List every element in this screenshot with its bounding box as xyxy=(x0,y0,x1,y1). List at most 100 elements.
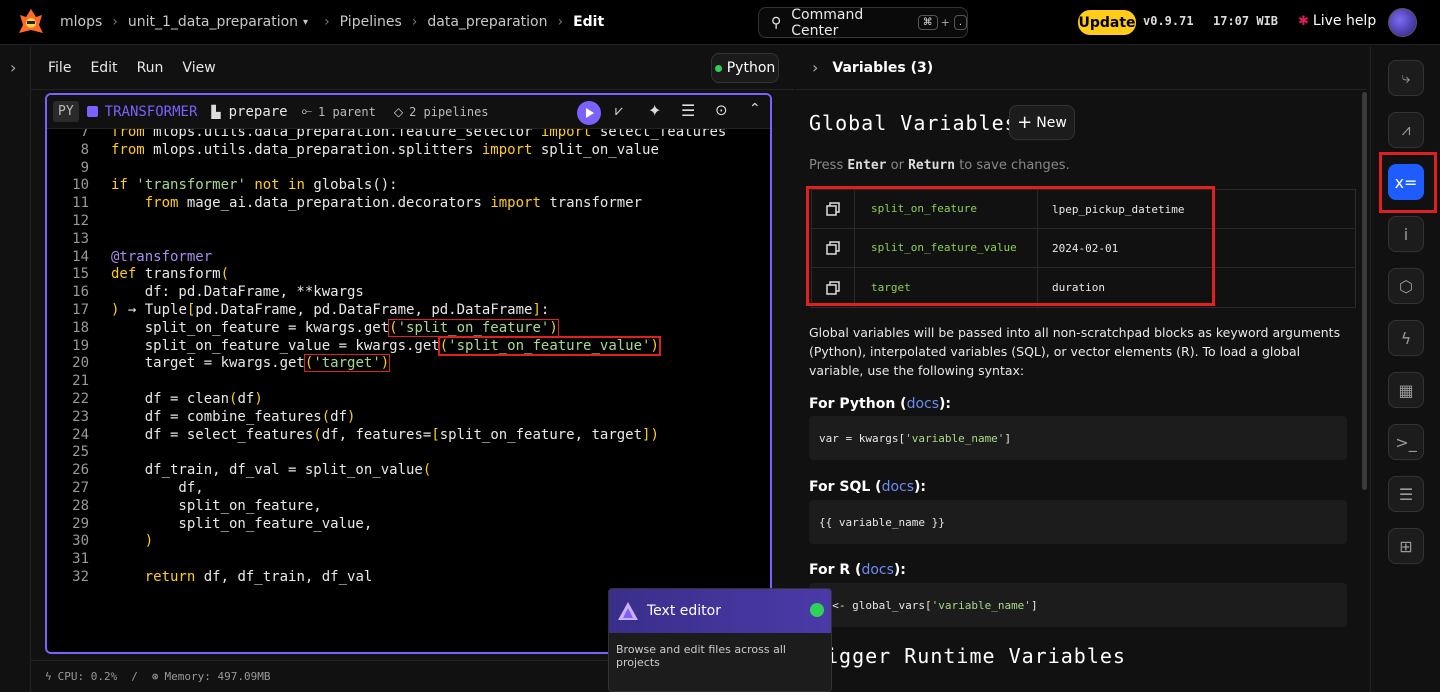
code-line[interactable]: split_on_feature, xyxy=(111,498,321,516)
line-number: 32 xyxy=(72,569,89,585)
line-number: 23 xyxy=(72,408,89,425)
line-number: 24 xyxy=(72,426,89,443)
chart-icon[interactable]: ⩘ xyxy=(1388,112,1424,148)
global-variables-description: Global variables will be passed into all… xyxy=(809,325,1341,378)
run-block-button[interactable] xyxy=(577,101,601,125)
breadcrumb-pipeline[interactable]: data_preparation xyxy=(427,14,547,30)
code-line[interactable]: split_on_feature_value = kwargs.get('spl… xyxy=(111,335,661,356)
code-line[interactable]: if 'transformer' not in globals(): xyxy=(111,177,398,195)
code-line[interactable]: df, xyxy=(111,480,203,498)
code-line[interactable]: ) → Tuple[pd.DataFrame, pd.DataFrame, pd… xyxy=(111,302,549,320)
chevron-right-icon: › xyxy=(112,14,118,30)
code-line[interactable]: split_on_feature = kwargs.get('split_on_… xyxy=(111,318,559,338)
breadcrumb-pipelines[interactable]: Pipelines xyxy=(340,14,402,30)
code-line[interactable]: def transform( xyxy=(111,266,229,284)
line-number: 22 xyxy=(72,391,89,407)
sql-docs-link[interactable]: docs xyxy=(882,479,914,495)
code-line[interactable]: from mage_ai.data_preparation.decorators… xyxy=(111,195,642,213)
table-icon[interactable]: ▦ xyxy=(1388,372,1424,408)
code-line[interactable]: df: pd.DataFrame, **kwargs xyxy=(111,284,364,302)
settings-sliders-icon[interactable]: ☰ xyxy=(681,101,695,120)
code-line[interactable]: df = combine_features(df) xyxy=(111,409,356,427)
tree-view-icon[interactable]: ⤷ xyxy=(1388,60,1424,96)
more-options-icon[interactable]: ⊙ xyxy=(715,101,728,119)
trigger-runtime-variables-title: igger Runtime Variables xyxy=(826,644,1126,668)
python-code-a: var = kwargs[ xyxy=(819,431,906,445)
hint-prefix: Press xyxy=(809,158,844,173)
right-toolbar: ⤷ ⩘ x= ⅰ ⬡ ϟ ▦ >_ ☰ ⊞ xyxy=(1370,46,1440,692)
menu-run[interactable]: Run xyxy=(137,60,164,76)
line-number: 11 xyxy=(72,195,89,212)
hint-suffix: to save changes. xyxy=(959,158,1070,173)
menu-view[interactable]: View xyxy=(182,60,215,76)
new-variable-button[interactable]: + New xyxy=(1009,105,1075,140)
variables-panel-header: › Variables (3) xyxy=(796,46,1366,90)
variables-panel: Global Variables + New Press Enter or Re… xyxy=(796,91,1366,692)
block-type-color-swatch xyxy=(86,106,98,117)
collapse-icon[interactable]: ⌃ xyxy=(749,101,761,117)
menu-edit[interactable]: Edit xyxy=(90,60,117,76)
update-button[interactable]: Update xyxy=(1078,10,1136,35)
text-editor-toast[interactable]: Text editor Browse and edit files across… xyxy=(608,588,832,692)
command-center-button[interactable]: ⚲ Command Center ⌘ + . xyxy=(758,7,968,39)
chevron-right-icon[interactable]: › xyxy=(812,58,818,77)
code-line[interactable]: return df, df_train, df_val xyxy=(111,569,373,587)
breadcrumb-project[interactable]: mlops xyxy=(60,14,102,30)
variables-panel-scrollbar[interactable] xyxy=(1362,92,1367,490)
breadcrumb: mlops › unit_1_data_preparation ▾ › Pipe… xyxy=(60,14,604,30)
mage-logo-icon[interactable] xyxy=(16,7,46,37)
hint-return-key: Return xyxy=(908,158,956,173)
code-line[interactable]: @transformer xyxy=(111,249,212,267)
avatar[interactable] xyxy=(1388,8,1417,37)
new-variable-label: New xyxy=(1036,114,1067,131)
settings-sliders-icon[interactable]: ☰ xyxy=(1388,476,1424,512)
code-editor[interactable]: 7 from mlops.utils.data_preparation.featu… xyxy=(47,129,770,652)
code-line[interactable]: target = kwargs.get('target') xyxy=(111,354,391,373)
memory-usage: Memory: 497.09MB xyxy=(164,670,271,683)
block-parents[interactable]: 1 parent xyxy=(318,105,376,119)
extensions-icon[interactable]: ⊞ xyxy=(1388,528,1424,564)
menu-file[interactable]: File xyxy=(48,60,71,76)
highlight-box xyxy=(1379,152,1437,213)
cube-icon[interactable]: ⬡ xyxy=(1388,268,1424,304)
block-pipelines[interactable]: 2 pipelines xyxy=(409,105,488,119)
triangle-logo-icon xyxy=(618,602,638,620)
terminal-icon[interactable]: >_ xyxy=(1388,424,1424,460)
line-number: 13 xyxy=(72,230,89,247)
cpu-usage: CPU: 0.2% xyxy=(57,670,118,683)
thermometer-icon[interactable]: ⅰ xyxy=(1388,216,1424,252)
sparkle-icon[interactable]: ✦ xyxy=(648,101,661,120)
code-line[interactable]: from mlops.utils.data_preparation.featur… xyxy=(111,129,726,142)
r-code-c: ] xyxy=(1030,598,1038,612)
chevron-right-icon[interactable]: › xyxy=(10,58,16,77)
plus-icon: + xyxy=(1017,112,1033,133)
r-docs-link[interactable]: docs xyxy=(861,562,893,578)
chevron-down-icon[interactable]: ▾ xyxy=(303,17,308,28)
sql-syntax-code: {{ variable_name }} xyxy=(809,500,1347,544)
shortcut-key-cmd: ⌘ xyxy=(917,15,938,30)
python-docs-link[interactable]: docs xyxy=(907,396,939,412)
status-dot-icon xyxy=(810,603,824,617)
chart-icon[interactable]: ⩗ xyxy=(615,103,623,119)
code-line[interactable]: df = clean(df) xyxy=(111,391,263,409)
code-line[interactable]: df_train, df_val = split_on_value( xyxy=(111,462,432,480)
line-number: 16 xyxy=(72,284,89,301)
r-code-a: r <- global_vars[ xyxy=(819,598,932,612)
transformer-block[interactable]: PY TRANSFORMER ▙ prepare ⟜ 1 parent ◇ 2 … xyxy=(45,93,772,654)
r-syntax-heading: For R (docs): xyxy=(809,562,906,578)
code-line[interactable]: split_on_feature_value, xyxy=(111,516,372,534)
breadcrumb-unit[interactable]: unit_1_data_preparation xyxy=(128,14,298,30)
save-hint: Press Enter or Return to save changes. xyxy=(809,158,1070,173)
lightning-icon[interactable]: ϟ xyxy=(1388,320,1424,356)
breadcrumb-current: Edit xyxy=(573,14,605,30)
kernel-status-button[interactable]: Python xyxy=(711,53,779,83)
live-help-link[interactable]: ✱ Live help xyxy=(1298,13,1376,29)
code-line[interactable]: from mlops.utils.data_preparation.splitt… xyxy=(111,142,659,160)
block-name[interactable]: prepare xyxy=(229,104,288,120)
line-number: 12 xyxy=(72,213,89,229)
code-line[interactable]: df = select_features(df, features=[split… xyxy=(111,427,659,445)
code-line[interactable]: ) xyxy=(111,533,153,551)
editor-menu-bar: File Edit Run View xyxy=(31,46,794,90)
r-syntax-code: r <- global_vars['variable_name'] xyxy=(809,583,1347,627)
r-label-close: ): xyxy=(893,562,906,578)
